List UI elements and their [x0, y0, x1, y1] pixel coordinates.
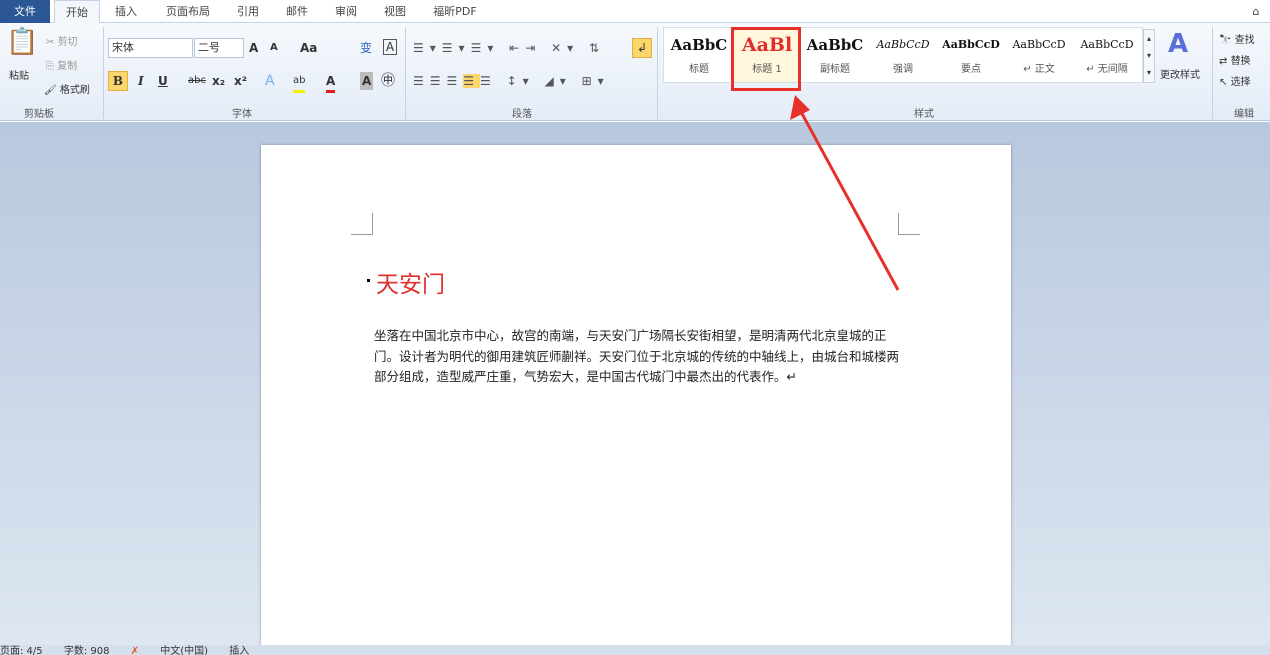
- proofing-icon[interactable]: ✗: [131, 646, 139, 655]
- language[interactable]: 中文(中国): [160, 646, 208, 655]
- annotation-arrow: [790, 95, 900, 291]
- status-bar: 页面: 4/5 字数: 908 ✗ 中文(中国) 插入: [0, 645, 1270, 655]
- word-count[interactable]: 字数: 908: [64, 646, 110, 655]
- insert-mode[interactable]: 插入: [229, 646, 249, 655]
- page-count[interactable]: 页面: 4/5: [0, 646, 43, 655]
